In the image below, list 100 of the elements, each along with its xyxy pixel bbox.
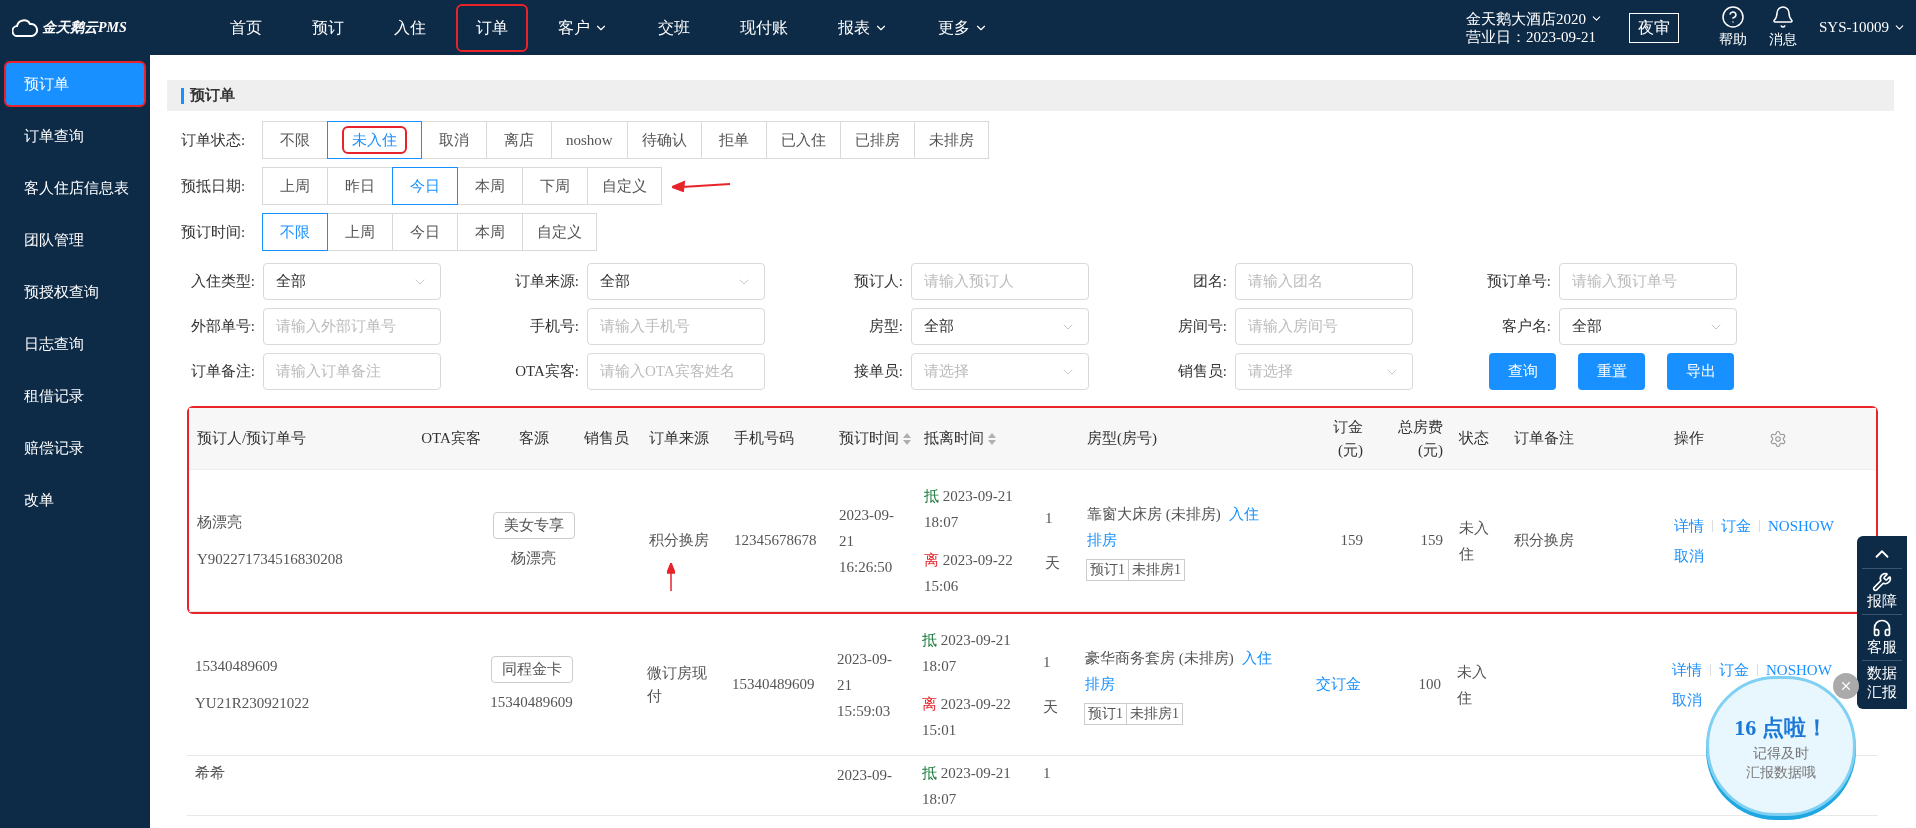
filter-option[interactable]: 已入住	[765, 121, 841, 159]
input-field[interactable]: 请输入房间号	[1235, 308, 1413, 345]
filter-label: 订单状态:	[181, 130, 247, 150]
arrival-time: 18:07	[922, 656, 958, 676]
select-field[interactable]: 全部	[263, 263, 441, 300]
filter-option[interactable]: 本周	[457, 167, 523, 205]
filter-option[interactable]: 已排房	[839, 121, 915, 159]
headphones-icon[interactable]	[1872, 618, 1892, 638]
nav-item[interactable]: 报表	[818, 3, 908, 52]
input-field[interactable]: 请输入订单备注	[263, 353, 441, 390]
help-icon[interactable]	[1721, 5, 1745, 29]
column-header: 房型(房号)	[1087, 429, 1157, 449]
field-label: 订单来源:	[513, 272, 579, 292]
select-field[interactable]: 全部	[1559, 308, 1737, 345]
nav-item[interactable]: 现付账	[720, 3, 808, 52]
filter-option[interactable]: 自定义	[522, 213, 597, 251]
messages-label[interactable]: 消息	[1769, 29, 1797, 50]
filter-option[interactable]: 待确认	[626, 121, 702, 159]
departure-time: 15:01	[922, 720, 958, 740]
departure-date: 离 2023-09-22	[922, 694, 1012, 714]
help-label[interactable]: 帮助	[1719, 29, 1747, 50]
nav-item[interactable]: 预订	[292, 3, 364, 52]
filter-option[interactable]: 未排房	[913, 121, 989, 159]
column-header: 客源	[518, 429, 549, 449]
input-field[interactable]: 请输入团名	[1235, 263, 1413, 300]
select-field[interactable]: 全部	[587, 263, 765, 300]
night-audit-button[interactable]: 夜审	[1629, 12, 1679, 43]
filter-option[interactable]: 本周	[457, 213, 523, 251]
input-field[interactable]: 请输入手机号	[587, 308, 765, 345]
departure-time: 15:06	[924, 576, 960, 596]
filter-option[interactable]: 取消	[421, 121, 487, 159]
column-header: 预订人/预订单号	[197, 429, 307, 449]
filter-option[interactable]: 不限	[262, 121, 328, 159]
filter-label: 预订时间:	[181, 222, 247, 242]
wrench-icon[interactable]	[1872, 572, 1892, 592]
filter-option[interactable]: 今日	[392, 213, 458, 251]
column-header: 操作	[1674, 429, 1704, 449]
select-field[interactable]: 全部	[911, 308, 1089, 345]
nav-item[interactable]: 交班	[638, 3, 710, 52]
nav-item[interactable]: 客户	[538, 3, 628, 52]
input-field[interactable]: 请输入预订单号	[1559, 263, 1737, 300]
side-tool-label[interactable]: 数据汇报	[1866, 664, 1898, 702]
phone-number: 12345678678	[734, 532, 817, 549]
field-label: 外部单号:	[189, 317, 255, 337]
sidebar-item[interactable]: 客人住店信息表	[0, 165, 150, 211]
order-channel: 微订房现付	[647, 665, 707, 704]
field-label: 接单员:	[852, 362, 903, 382]
column-header: 总房费(元)	[1397, 418, 1443, 460]
side-tool-label[interactable]: 客服	[1866, 638, 1898, 657]
filter-option[interactable]: 自定义	[587, 167, 662, 205]
order-status: 未入住	[1457, 663, 1487, 706]
sidebar-item[interactable]: 租借记录	[0, 373, 150, 419]
booking-time: 2023-09-	[837, 649, 893, 669]
cloud-logo-icon	[12, 18, 38, 37]
nights-count: 1	[1045, 509, 1054, 528]
room-tag: 预订1	[1086, 558, 1129, 581]
reminder-text: 汇报数据哦	[1746, 763, 1816, 782]
nav-item[interactable]: 入住	[374, 3, 446, 52]
source-tag: 美女专享	[492, 512, 575, 539]
user-menu[interactable]: SYS-10009	[1819, 16, 1906, 39]
column-header[interactable]: 预订时间	[839, 427, 899, 450]
bell-icon[interactable]	[1771, 5, 1795, 29]
nights-unit: 天	[1043, 697, 1059, 717]
field-label: 销售员:	[1176, 362, 1227, 382]
input-field[interactable]: 请输入外部订单号	[263, 308, 441, 345]
booker-name: 希希	[195, 764, 226, 783]
sidebar-item[interactable]: 订单查询	[0, 113, 150, 159]
filter-option[interactable]: 下周	[522, 167, 588, 205]
hotel-name[interactable]: 金天鹅大酒店2020	[1466, 9, 1603, 28]
filter-option[interactable]: 上周	[262, 167, 328, 205]
filter-option[interactable]: 上周	[327, 213, 393, 251]
side-tool-label[interactable]: 报障	[1866, 592, 1898, 611]
arrival-date: 抵 2023-09-21	[924, 486, 1014, 506]
column-header: 状态	[1459, 429, 1489, 449]
sidebar-item[interactable]: 团队管理	[0, 217, 150, 263]
reminder-title: 16 点啦！	[1734, 713, 1828, 742]
nav-item[interactable]: 首页	[210, 3, 282, 52]
input-field[interactable]: 请输入OTA宾客姓名	[587, 353, 765, 390]
nav-item[interactable]: 订单	[456, 3, 528, 52]
filter-option[interactable]: 拒单	[700, 121, 767, 159]
sidebar-item[interactable]: 赔偿记录	[0, 425, 150, 471]
column-header[interactable]: 抵离时间	[924, 427, 984, 450]
close-button[interactable]	[1833, 673, 1859, 699]
sidebar-item[interactable]: 日志查询	[0, 321, 150, 367]
departure-date: 离 2023-09-22	[924, 550, 1014, 570]
reminder-text: 记得及时	[1753, 744, 1809, 763]
arrival-date: 抵 2023-09-21	[922, 630, 1012, 650]
sidebar-item[interactable]: 预授权查询	[0, 269, 150, 315]
filter-option[interactable]: noshow	[551, 121, 628, 159]
source-tag: 同程金卡	[490, 656, 573, 683]
filter-option[interactable]: 昨日	[327, 167, 393, 205]
filter-option[interactable]: 离店	[486, 121, 552, 159]
nav-item[interactable]: 更多	[918, 3, 1008, 52]
sidebar-item[interactable]: 改单	[0, 477, 150, 523]
room-type: 豪华商务套房 (未排房)	[1085, 648, 1234, 668]
field-label: 订单备注:	[189, 362, 255, 382]
filter-label: 预抵日期:	[181, 176, 247, 196]
input-field[interactable]: 请输入预订人	[911, 263, 1089, 300]
settings-icon[interactable]	[1769, 429, 1787, 448]
order-status: 未入住	[1459, 519, 1489, 562]
